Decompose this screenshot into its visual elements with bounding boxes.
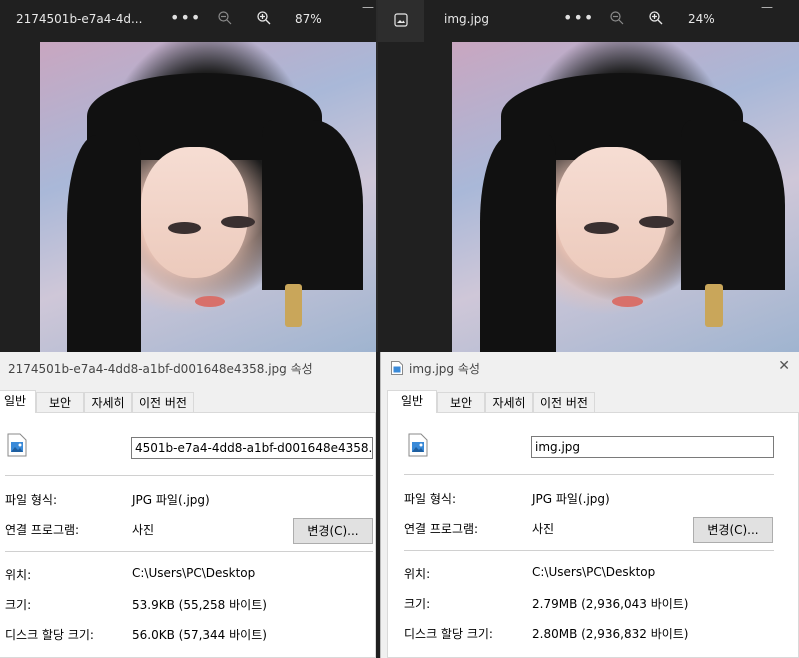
opens-with-value: 사진 <box>532 522 555 536</box>
location-value: C:\Users\PC\Desktop <box>532 565 656 579</box>
zoom-in-icon[interactable] <box>257 11 271 25</box>
tab-details[interactable]: 자세히 <box>84 392 132 412</box>
filename-field[interactable]: img.jpg <box>531 436 774 458</box>
right-viewer-toolbar: img.jpg ••• 24% — <box>378 0 799 42</box>
left-photo <box>40 42 376 352</box>
file-type-value: JPG 파일(.jpg) <box>532 492 610 506</box>
file-type-label: 파일 형식: <box>5 493 58 507</box>
zoom-out-icon[interactable] <box>218 11 232 25</box>
change-button[interactable]: 변경(C)... <box>293 518 373 544</box>
image-icon <box>394 13 408 27</box>
more-options-icon[interactable]: ••• <box>170 8 201 27</box>
dialog-title: 2174501b-e7a4-4dd8-a1bf-d001648e4358.jpg… <box>8 362 313 376</box>
right-zoom-level: 24% <box>688 12 715 26</box>
minimize-icon[interactable]: — <box>761 0 773 14</box>
change-button[interactable]: 변경(C)... <box>693 517 773 543</box>
separator <box>5 475 373 476</box>
tab-previous-versions[interactable]: 이전 버전 <box>533 392 595 412</box>
file-type-value: JPG 파일(.jpg) <box>132 493 210 507</box>
tab-bar: 일반 보안 자세히 이전 버전 <box>0 390 376 413</box>
disk-size-label: 디스크 할당 크기: <box>5 628 94 642</box>
right-photo-viewer: img.jpg ••• 24% — <box>378 0 799 352</box>
jpg-file-icon <box>7 433 27 457</box>
tab-general[interactable]: 일반 <box>0 390 36 413</box>
opens-with-value: 사진 <box>132 523 155 537</box>
location-label: 위치: <box>5 568 32 582</box>
tab-security[interactable]: 보안 <box>437 392 485 412</box>
close-icon[interactable]: ✕ <box>778 358 790 374</box>
opens-with-label: 연결 프로그램: <box>5 523 80 537</box>
size-label: 크기: <box>404 597 431 611</box>
more-options-icon[interactable]: ••• <box>563 8 594 27</box>
size-value: 53.9KB (55,258 바이트) <box>132 598 267 612</box>
general-panel: img.jpg 파일 형식: JPG 파일(.jpg) 연결 프로그램: 사진 … <box>387 412 799 658</box>
zoom-out-icon[interactable] <box>610 11 624 25</box>
jpg-file-icon <box>391 361 403 375</box>
left-photo-viewer: 2174501b-e7a4-4d... ••• 87% — <box>0 0 376 352</box>
tab-security[interactable]: 보안 <box>36 392 84 412</box>
location-value: C:\Users\PC\Desktop <box>132 566 256 580</box>
separator <box>404 550 774 551</box>
zoom-in-icon[interactable] <box>649 11 663 25</box>
tab-previous-versions[interactable]: 이전 버전 <box>132 392 194 412</box>
minimize-icon[interactable]: — <box>362 0 374 14</box>
tab-general[interactable]: 일반 <box>387 390 437 413</box>
right-photo <box>452 42 799 352</box>
disk-size-label: 디스크 할당 크기: <box>404 627 493 641</box>
opens-with-label: 연결 프로그램: <box>404 522 479 536</box>
disk-size-value: 2.80MB (2,936,832 바이트) <box>532 627 689 641</box>
jpg-file-icon <box>408 433 428 457</box>
filename-field[interactable]: 4501b-e7a4-4dd8-a1bf-d001648e4358.jpg <box>131 437 373 459</box>
left-viewer-title: 2174501b-e7a4-4d... <box>16 12 143 26</box>
dialog-title: img.jpg 속성 <box>409 362 480 376</box>
size-label: 크기: <box>5 598 32 612</box>
tab-bar: 일반 보안 자세히 이전 버전 <box>381 390 799 413</box>
separator <box>5 551 373 552</box>
left-properties-dialog: 2174501b-e7a4-4dd8-a1bf-d001648e4358.jpg… <box>0 352 376 658</box>
size-value: 2.79MB (2,936,043 바이트) <box>532 597 689 611</box>
location-label: 위치: <box>404 567 431 581</box>
right-viewer-title: img.jpg <box>444 12 490 26</box>
general-panel: 4501b-e7a4-4dd8-a1bf-d001648e4358.jpg 파일… <box>0 412 376 658</box>
separator <box>404 474 774 475</box>
file-type-label: 파일 형식: <box>404 492 457 506</box>
left-zoom-level: 87% <box>295 12 322 26</box>
left-viewer-toolbar: 2174501b-e7a4-4d... ••• 87% — <box>0 0 376 42</box>
disk-size-value: 56.0KB (57,344 바이트) <box>132 628 267 642</box>
right-properties-dialog: img.jpg 속성 ✕ 일반 보안 자세히 이전 버전 img.jpg 파일 … <box>380 352 799 658</box>
tab-details[interactable]: 자세히 <box>485 392 533 412</box>
photo-app-button[interactable] <box>378 0 424 42</box>
